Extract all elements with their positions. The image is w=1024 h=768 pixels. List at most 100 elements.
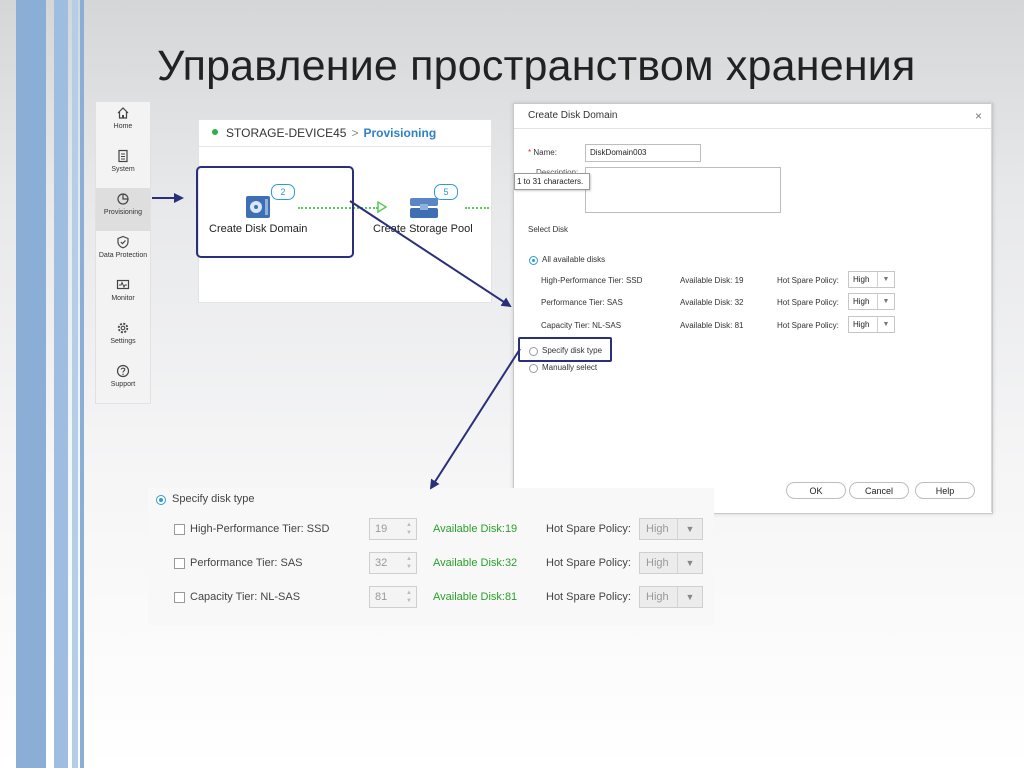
ok-button[interactable]: OK	[786, 482, 846, 499]
decor-stripe	[16, 0, 46, 768]
nav-label: Settings	[110, 338, 136, 345]
specify-disk-type-label: Specify disk type	[172, 493, 255, 505]
storage-pool-icon[interactable]	[408, 194, 440, 222]
available-disk: Available Disk:81	[433, 591, 518, 603]
stepper-arrows-icon: ▲ ▼	[406, 556, 412, 570]
create-storage-pool-label[interactable]: Create Storage Pool	[373, 223, 473, 235]
flow-arrow-icon	[377, 201, 388, 213]
hot-spare-policy-select[interactable]: High ▼	[639, 518, 703, 540]
available-disk: Available Disk: 81	[680, 321, 744, 330]
hot-spare-policy-label: Hot Spare Policy:	[546, 557, 631, 569]
nav-label: Home	[113, 123, 133, 130]
chevron-down-icon: ▼	[877, 294, 894, 309]
chevron-down-icon: ▼	[677, 519, 702, 539]
status-dot-icon	[212, 129, 218, 135]
tier-label: Capacity Tier: NL-SAS	[190, 591, 301, 603]
stepper-arrows-icon: ▲ ▼	[406, 590, 412, 604]
nav-item-system[interactable]: System	[96, 145, 150, 188]
tier-label: Capacity Tier: NL-SAS	[541, 321, 622, 330]
monitor-icon	[116, 279, 130, 290]
dialog-title: Create Disk Domain	[528, 110, 618, 121]
disk-count-stepper[interactable]: 32 ▲ ▼	[369, 552, 417, 574]
help-button[interactable]: Help	[915, 482, 975, 499]
highlight-box	[196, 166, 354, 258]
nav-label: System	[111, 166, 135, 173]
shield-icon	[117, 235, 129, 249]
provisioning-icon	[117, 193, 129, 205]
tier-label: Performance Tier: SAS	[541, 298, 623, 307]
home-icon	[117, 107, 129, 119]
decor-stripe	[72, 0, 78, 768]
chevron-down-icon: ▼	[877, 317, 894, 332]
divider	[199, 146, 491, 147]
hot-spare-policy-label: Hot Spare Policy:	[777, 276, 839, 285]
nav-item-support[interactable]: Support	[96, 360, 150, 403]
available-disk: Available Disk: 32	[680, 298, 744, 307]
select-disk-label: Select Disk	[528, 225, 569, 234]
tier-checkbox[interactable]	[174, 558, 185, 569]
tier-label: Performance Tier: SAS	[190, 557, 303, 569]
specify-disk-type-radio[interactable]	[156, 495, 166, 505]
hot-spare-policy-label: Hot Spare Policy:	[777, 321, 839, 330]
specify-disk-type-zoom: Specify disk type High-Performance Tier:…	[148, 488, 714, 625]
create-disk-domain-dialog: Create Disk Domain × * Name: DiskDomain0…	[513, 103, 993, 514]
slide-title: Управление пространством хранения	[157, 42, 916, 90]
tier-label: High-Performance Tier: SSD	[541, 276, 643, 285]
tier-label: High-Performance Tier: SSD	[190, 523, 330, 535]
name-input[interactable]: DiskDomain003	[585, 144, 701, 162]
close-icon[interactable]: ×	[975, 109, 982, 123]
tier-checkbox[interactable]	[174, 524, 185, 535]
gear-icon	[117, 322, 129, 334]
name-label: * Name:	[528, 148, 557, 157]
help-icon	[116, 364, 130, 378]
hot-spare-policy-label: Hot Spare Policy:	[546, 591, 631, 603]
manually-select-label: Manually select	[542, 363, 598, 372]
highlight-box	[518, 337, 612, 362]
nav-label: Data Protection	[98, 252, 148, 259]
chevron-down-icon: ▼	[677, 587, 702, 607]
arrow-to-zoom	[429, 348, 521, 490]
breadcrumb: STORAGE-DEVICE45 > Provisioning	[212, 126, 436, 140]
available-disk: Available Disk: 19	[680, 276, 744, 285]
left-nav: Home System Provisioning Data Protection…	[95, 101, 151, 404]
hot-spare-policy-select[interactable]: High ▼	[848, 293, 895, 310]
hot-spare-policy-select[interactable]: High ▼	[848, 271, 895, 288]
all-available-radio[interactable]	[529, 256, 538, 265]
all-available-label: All available disks	[542, 255, 606, 264]
decor-stripe	[80, 0, 84, 768]
stepper-arrows-icon: ▲ ▼	[406, 522, 412, 536]
breadcrumb-current[interactable]: Provisioning	[364, 126, 437, 140]
nav-item-data-protection[interactable]: Data Protection	[96, 231, 150, 274]
available-disk: Available Disk:19	[433, 523, 518, 535]
nav-item-home[interactable]: Home	[96, 102, 150, 145]
tier-checkbox[interactable]	[174, 592, 185, 603]
description-textarea[interactable]	[585, 167, 781, 213]
flow-connector	[465, 207, 489, 209]
divider	[514, 128, 992, 129]
required-marker: *	[528, 148, 532, 157]
hot-spare-policy-select[interactable]: High ▼	[639, 586, 703, 608]
description-tooltip: 1 to 31 characters.	[514, 173, 590, 190]
decor-stripe	[54, 0, 68, 768]
hot-spare-policy-select[interactable]: High ▼	[848, 316, 895, 333]
available-disk: Available Disk:32	[433, 557, 518, 569]
manually-select-radio[interactable]	[529, 364, 538, 373]
nav-label: Monitor	[111, 295, 135, 302]
nav-label: Provisioning	[103, 209, 143, 216]
nav-label: Support	[110, 381, 136, 388]
step-badge: 5	[434, 184, 458, 200]
disk-count-stepper[interactable]: 19 ▲ ▼	[369, 518, 417, 540]
breadcrumb-separator: >	[351, 126, 359, 140]
nav-item-monitor[interactable]: Monitor	[96, 274, 150, 317]
hot-spare-policy-label: Hot Spare Policy:	[546, 523, 631, 535]
cancel-button[interactable]: Cancel	[849, 482, 909, 499]
chevron-down-icon: ▼	[877, 272, 894, 287]
disk-count-stepper[interactable]: 81 ▲ ▼	[369, 586, 417, 608]
system-icon	[118, 149, 128, 163]
hot-spare-policy-label: Hot Spare Policy:	[777, 298, 839, 307]
nav-item-settings[interactable]: Settings	[96, 317, 150, 360]
hot-spare-policy-select[interactable]: High ▼	[639, 552, 703, 574]
device-name[interactable]: STORAGE-DEVICE45	[226, 126, 346, 140]
nav-item-provisioning[interactable]: Provisioning	[96, 188, 150, 231]
dialog-edge	[991, 103, 992, 512]
